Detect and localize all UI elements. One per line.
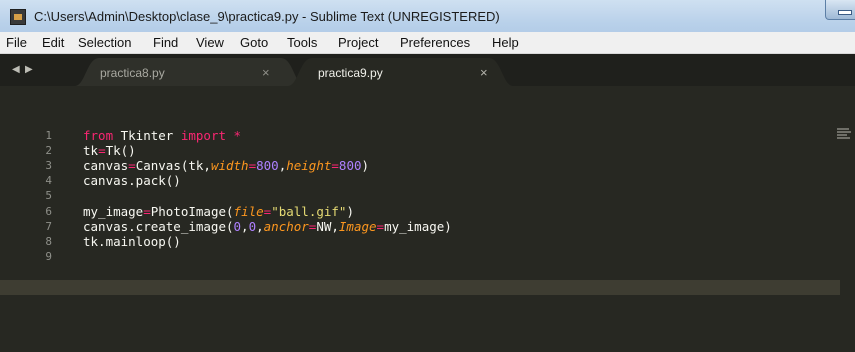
code-token: NW, — [316, 218, 339, 234]
code-token: Tk() — [105, 143, 136, 159]
code-token: = — [98, 143, 106, 159]
menu-goto[interactable]: Goto — [240, 35, 268, 50]
close-icon[interactable]: × — [480, 65, 488, 80]
sublime-window: C:\Users\Admin\Desktop\clase_9\practica9… — [0, 0, 855, 352]
sublime-app-icon[interactable] — [10, 9, 26, 25]
menu-find[interactable]: Find — [153, 35, 178, 50]
menu-project[interactable]: Project — [338, 35, 378, 50]
current-line-highlight — [0, 280, 840, 295]
code-token: import — [180, 128, 226, 143]
code-line[interactable]: canvas.pack() — [83, 173, 181, 188]
code-token: height — [286, 158, 332, 174]
code-token: 0 — [248, 218, 257, 234]
line-number: 6 — [45, 204, 52, 218]
code-token: canvas.pack() — [83, 173, 181, 189]
menu-edit[interactable]: Edit — [42, 35, 64, 50]
code-token: canvas — [83, 158, 129, 174]
code-token: tk.mainloop() — [83, 233, 181, 249]
tab-label: practica8.py — [100, 66, 165, 80]
code-token: * — [226, 128, 242, 143]
code-token: my_image) — [384, 218, 452, 234]
code-token: 0 — [233, 218, 242, 234]
tab-practica9[interactable]: practica9.py × — [288, 58, 513, 86]
code-token: "ball.gif" — [271, 203, 347, 219]
code-token: , — [256, 218, 264, 234]
line-number: 4 — [45, 174, 52, 188]
code-token: my_image — [83, 203, 144, 219]
minimize-button[interactable] — [825, 0, 855, 20]
code-token: = — [376, 218, 385, 234]
code-token: anchor — [263, 218, 309, 234]
code-token: width — [210, 158, 249, 174]
line-number: 7 — [45, 219, 52, 233]
code-token: Image — [338, 218, 377, 234]
menu-selection[interactable]: Selection — [78, 35, 131, 50]
window-title: C:\Users\Admin\Desktop\clase_9\practica9… — [34, 9, 500, 24]
code-line[interactable]: tk=Tk() — [83, 143, 136, 158]
code-token: = — [248, 158, 257, 174]
tab-scroll-left-icon[interactable]: ◀ — [12, 64, 20, 75]
menu-help[interactable]: Help — [492, 35, 519, 50]
code-token: 800 — [338, 158, 362, 174]
line-number: 3 — [45, 159, 52, 173]
code-token: 800 — [256, 158, 279, 174]
tab-practica8[interactable]: practica8.py × — [75, 58, 305, 86]
code-line[interactable]: canvas=Canvas(tk,width=800,height=800) — [83, 158, 369, 173]
code-token: ) — [361, 158, 370, 174]
tab-bar: ◀ ▶ practica8.py × practica9.py × — [0, 54, 855, 86]
code-token: from — [83, 128, 114, 143]
line-number: 9 — [45, 249, 52, 263]
code-line[interactable]: canvas.create_image(0,0,anchor=NW,Image=… — [83, 219, 452, 234]
menu-preferences[interactable]: Preferences — [400, 35, 470, 50]
line-number: 2 — [45, 144, 52, 158]
code-editor[interactable]: 123456789 from Tkinter import * tk=Tk() ca… — [0, 86, 855, 352]
code-token: , — [241, 218, 249, 234]
code-token: = — [143, 203, 151, 219]
code-token: tk — [83, 143, 99, 159]
line-number: 1 — [45, 129, 52, 142]
code-line[interactable]: from Tkinter import * — [83, 128, 241, 143]
menu-view[interactable]: View — [196, 35, 224, 50]
code-token: file — [233, 203, 264, 219]
code-token: ) — [346, 203, 354, 219]
tab-label: practica9.py — [318, 66, 383, 80]
tab-scroll-right-icon[interactable]: ▶ — [25, 64, 33, 75]
menu-bar: File Edit Selection Find View Goto Tools… — [0, 32, 855, 54]
code-token: canvas.create_image( — [83, 218, 234, 234]
close-icon[interactable]: × — [262, 65, 270, 80]
code-token: = — [128, 158, 136, 174]
code-token: = — [331, 158, 339, 174]
line-number: 5 — [45, 189, 52, 203]
code-line[interactable]: my_image=PhotoImage(file="ball.gif") — [83, 204, 354, 219]
menu-tools[interactable]: Tools — [287, 35, 317, 50]
line-number: 8 — [45, 234, 52, 248]
code-token: Canvas(tk, — [135, 158, 211, 174]
menu-file[interactable]: File — [6, 35, 27, 50]
code-token: Tkinter — [113, 128, 181, 143]
code-token: PhotoImage( — [150, 203, 234, 219]
minimap[interactable] — [837, 128, 851, 139]
code-line[interactable]: tk.mainloop() — [83, 234, 181, 249]
